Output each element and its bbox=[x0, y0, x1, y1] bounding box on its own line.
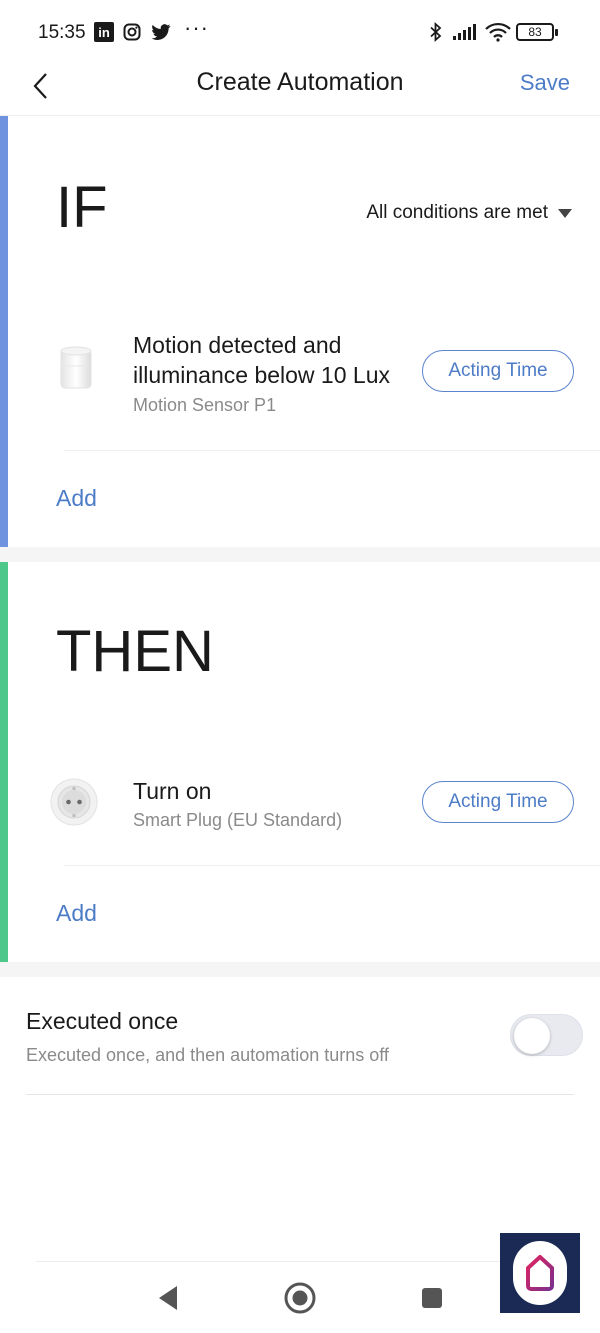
motion-sensor-icon bbox=[54, 342, 98, 394]
add-condition-button[interactable]: Add bbox=[56, 485, 97, 512]
battery-level: 83 bbox=[516, 23, 554, 41]
app-logo-inner bbox=[513, 1241, 567, 1305]
condition-title-line2: illuminance below 10 Lux bbox=[133, 362, 390, 388]
nav-home-button[interactable] bbox=[280, 1278, 320, 1318]
signal-icon bbox=[450, 22, 480, 42]
if-section: IF All conditions are met Motion detecte… bbox=[0, 116, 600, 547]
executed-once-toggle[interactable] bbox=[510, 1014, 583, 1056]
toggle-knob bbox=[514, 1018, 550, 1054]
if-label: IF bbox=[56, 175, 108, 240]
acting-time-button[interactable]: Acting Time bbox=[422, 781, 574, 823]
smart-plug-icon bbox=[48, 776, 100, 828]
then-label: THEN bbox=[56, 619, 214, 684]
more-icon: ··· bbox=[184, 15, 209, 40]
instagram-icon bbox=[122, 22, 142, 42]
page-title: Create Automation bbox=[196, 68, 404, 96]
condition-device: Motion Sensor P1 bbox=[133, 395, 277, 415]
home-logo-icon bbox=[526, 1255, 554, 1291]
back-triangle-icon bbox=[159, 1286, 177, 1310]
divider bbox=[64, 865, 600, 866]
nav-recents-button[interactable] bbox=[412, 1278, 452, 1318]
executed-once-description: Executed once, and then automation turns… bbox=[26, 1045, 389, 1065]
nav-back-button[interactable] bbox=[148, 1278, 188, 1318]
app-logo bbox=[500, 1233, 580, 1313]
action-title: Turn on bbox=[133, 778, 212, 804]
action-device: Smart Plug (EU Standard) bbox=[133, 810, 343, 830]
condition-mode-label: All conditions are met bbox=[366, 202, 548, 223]
condition-mode-dropdown[interactable]: All conditions are met bbox=[366, 202, 572, 224]
status-bar: 15:35 in ··· 83 bbox=[0, 0, 600, 64]
linkedin-icon: in bbox=[94, 22, 114, 42]
condition-title-line1: Motion detected and bbox=[133, 332, 342, 358]
section-gap bbox=[0, 962, 600, 977]
executed-once-title: Executed once bbox=[26, 1008, 179, 1034]
status-time: 15:35 bbox=[38, 22, 86, 43]
bluetooth-icon bbox=[426, 22, 446, 42]
twitter-icon bbox=[150, 22, 172, 42]
acting-time-button[interactable]: Acting Time bbox=[422, 350, 574, 392]
section-gap bbox=[0, 547, 600, 562]
caret-down-icon bbox=[558, 208, 572, 218]
recents-square-icon bbox=[422, 1288, 442, 1308]
home-circle-icon bbox=[284, 1282, 316, 1314]
then-section: THEN Turn on Smart Plug (EU Standard) Ac… bbox=[0, 562, 600, 962]
add-action-button[interactable]: Add bbox=[56, 900, 97, 927]
divider bbox=[64, 450, 600, 451]
save-button[interactable]: Save bbox=[520, 70, 570, 96]
nav-divider bbox=[36, 1261, 566, 1262]
app-header: Create Automation Save bbox=[0, 56, 600, 116]
wifi-icon bbox=[484, 22, 512, 42]
divider bbox=[26, 1094, 574, 1095]
battery-icon: 83 bbox=[516, 22, 558, 42]
